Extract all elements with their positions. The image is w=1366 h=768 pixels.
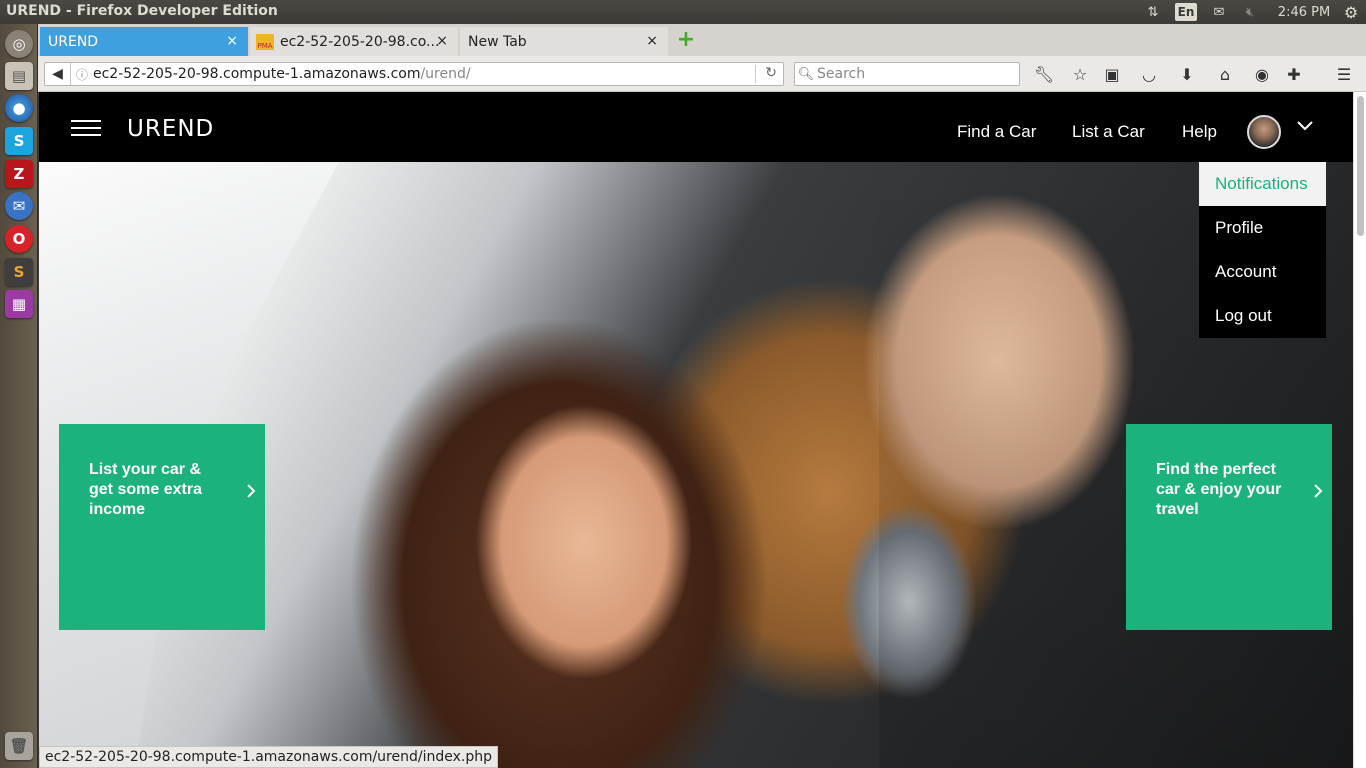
home-icon[interactable]: ⌂	[1215, 64, 1235, 84]
mail-icon[interactable]: ✉	[1208, 2, 1230, 22]
menu-item-account[interactable]: Account	[1199, 250, 1326, 294]
tab-phpmyadmin[interactable]: PMA ec2-52-205-20-98.co... ×	[250, 27, 458, 56]
divider	[755, 65, 756, 83]
user-dropdown-menu: Notifications Profile Account Log out	[1199, 162, 1326, 338]
filezilla-icon[interactable]: Z	[5, 160, 33, 188]
os-top-panel: UREND - Firefox Developer Edition ⇅ En ✉…	[0, 0, 1366, 24]
vertical-scrollbar[interactable]	[1353, 92, 1366, 768]
network-icon[interactable]: ⇅	[1142, 2, 1164, 22]
close-icon[interactable]: ×	[436, 33, 448, 49]
menu-item-log-out[interactable]: Log out	[1199, 294, 1326, 338]
opera-icon[interactable]: O	[5, 225, 33, 253]
trash-icon[interactable]: 🗑︎	[5, 732, 33, 760]
window-title: UREND - Firefox Developer Edition	[6, 3, 278, 19]
new-tab-plus-icon[interactable]: +	[676, 29, 696, 51]
sublime-icon[interactable]: S	[5, 258, 33, 286]
close-icon[interactable]: ×	[646, 33, 658, 49]
volume-muted-icon[interactable]: 🔇︎	[1239, 2, 1261, 22]
cta-text: List your car & get some extra income	[89, 461, 202, 518]
navigation-toolbar: ◀ ⓘ ec2-52-205-20-98.compute-1.amazonaws…	[38, 56, 1366, 92]
gallery-icon[interactable]: ▦	[5, 290, 33, 318]
nav-find-a-car[interactable]: Find a Car	[957, 122, 1036, 142]
web-viewport: UREND Find a Car List a Car Help Notific…	[39, 92, 1353, 768]
url-path: /urend/	[420, 66, 471, 82]
hamburger-menu-icon[interactable]: ☰	[1334, 64, 1354, 84]
tab-urend[interactable]: UREND ×	[40, 27, 248, 56]
search-input[interactable]: 🔍︎ Search	[794, 62, 1020, 86]
download-icon[interactable]: ⬇	[1177, 64, 1197, 84]
pocket-icon[interactable]: ◡	[1139, 64, 1159, 84]
clipboard-icon[interactable]: ▣	[1102, 64, 1122, 84]
info-icon[interactable]: ⓘ	[71, 66, 93, 83]
chevron-right-icon	[247, 484, 256, 498]
palette-icon[interactable]: ◉	[1252, 64, 1272, 84]
search-icon: 🔍︎	[797, 66, 815, 82]
skype-icon[interactable]: S	[5, 127, 33, 155]
wrench-icon[interactable]: 🔧︎	[1034, 64, 1054, 84]
chevron-down-icon[interactable]	[1296, 116, 1314, 134]
link-status-tooltip: ec2-52-205-20-98.compute-1.amazonaws.com…	[39, 746, 498, 768]
nav-list-a-car[interactable]: List a Car	[1072, 122, 1145, 142]
thunderbird-icon[interactable]: ✉	[5, 192, 33, 220]
puzzle-icon[interactable]: ✚	[1284, 64, 1304, 84]
tab-label: ec2-52-205-20-98.co...	[280, 33, 440, 50]
star-icon[interactable]: ☆	[1070, 64, 1090, 84]
tab-label: UREND	[48, 33, 99, 50]
hamburger-menu-icon[interactable]	[71, 120, 101, 136]
reload-icon[interactable]: ↻	[765, 65, 777, 81]
system-gear-icon[interactable]: ⚙	[1340, 2, 1362, 22]
firefox-icon[interactable]: ●	[5, 94, 33, 122]
tab-new-tab[interactable]: New Tab ×	[460, 27, 668, 56]
url-host: ec2-52-205-20-98.compute-1.amazonaws.com	[93, 66, 421, 82]
address-bar[interactable]: ◀ ⓘ ec2-52-205-20-98.compute-1.amazonaws…	[44, 62, 784, 86]
phpmyadmin-favicon-icon: PMA	[256, 33, 274, 50]
tab-bar: UREND × PMA ec2-52-205-20-98.co... × New…	[38, 24, 1366, 56]
back-arrow-icon[interactable]: ◀	[45, 63, 71, 85]
avatar[interactable]	[1247, 115, 1281, 149]
tab-label: New Tab	[468, 33, 527, 50]
chevron-right-icon	[1314, 484, 1323, 498]
dash-icon[interactable]: ◎	[5, 30, 33, 58]
keyboard-layout-indicator[interactable]: En	[1175, 3, 1197, 21]
clock[interactable]: 2:46 PM	[1274, 2, 1334, 22]
scrollbar-thumb[interactable]	[1357, 96, 1364, 236]
urend-logo[interactable]: UREND	[127, 116, 214, 142]
close-icon[interactable]: ×	[226, 33, 238, 49]
list-car-cta[interactable]: List your car & get some extra income	[59, 424, 265, 630]
launcher: ◎ ▤ ● S Z ✉ O S ▦ 🗑︎	[0, 24, 38, 768]
menu-item-profile[interactable]: Profile	[1199, 206, 1326, 250]
find-car-cta[interactable]: Find the perfect car & enjoy your travel	[1126, 424, 1332, 630]
search-placeholder: Search	[817, 66, 866, 82]
cta-text: Find the perfect car & enjoy your travel	[1156, 461, 1282, 518]
menu-item-notifications[interactable]: Notifications	[1199, 162, 1326, 206]
files-icon[interactable]: ▤	[5, 62, 33, 90]
site-header: UREND Find a Car List a Car Help	[39, 92, 1353, 162]
nav-help[interactable]: Help	[1182, 122, 1217, 142]
